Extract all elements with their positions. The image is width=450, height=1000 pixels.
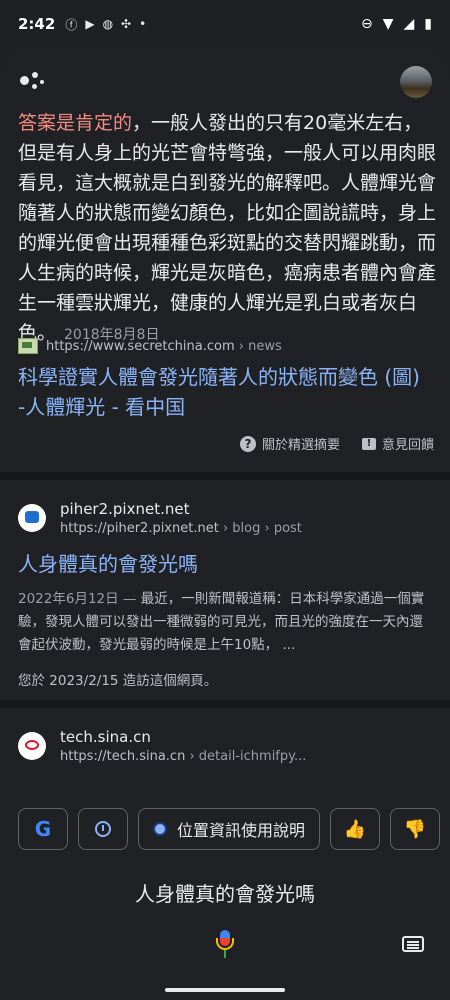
featured-answer: 答案是肯定的，一般人發出的只有20毫米左右，但是有人身上的光芒會特彆強，一般人可… [18, 108, 436, 350]
battery-icon: ▮ [424, 16, 432, 32]
about-snippet-button[interactable]: ? 關於精選摘要 [239, 434, 340, 453]
visited-note: 您於 2023/2/15 造訪這個網頁。 [18, 673, 218, 689]
dot-icon: • [139, 17, 147, 31]
feedback-label: 意見回饋 [381, 438, 434, 453]
google-icon: G [34, 817, 52, 841]
result-snippet: 2022年6月12日 — 最近，一則新聞報道稱：日本科學家通過一個實驗，發現人體… [18, 588, 432, 657]
result-url: https://tech.sina.cn [60, 749, 186, 764]
section-divider [0, 472, 450, 480]
history-icon [95, 821, 111, 837]
result-site-name: piher2.pixnet.net [60, 500, 190, 518]
status-bar: 2:42 ⓕ ▶ ◍ ✣ • ⊖ ▼ ◢ ▮ [0, 0, 450, 48]
location-dot-icon [153, 822, 167, 836]
wifi-icon: ▼ [382, 16, 394, 32]
section-divider [0, 700, 450, 708]
assistant-panel: 答案是肯定的，一般人發出的只有20毫米左右，但是有人身上的光芒會特彆強，一般人可… [0, 48, 450, 1000]
assistant-logo-icon [18, 70, 48, 100]
snippet-actions: ? 關於精選摘要 ! 意見回饋 [239, 434, 434, 453]
status-time: 2:42 [18, 15, 56, 33]
search-result[interactable]: tech.sina.cn https://tech.sina.cn › deta… [18, 728, 432, 764]
sina-favicon-icon [18, 732, 46, 760]
home-indicator[interactable] [165, 988, 285, 992]
line-icon: ◍ [102, 17, 114, 31]
result-breadcrumb: › blog › post [222, 521, 302, 536]
thumbs-down-chip[interactable]: 👎 [390, 808, 441, 850]
facebook-icon: ⓕ [65, 17, 78, 32]
location-info-label: 位置資訊使用說明 [177, 821, 306, 840]
thumbs-down-icon: 👎 [403, 818, 427, 840]
suggestion-chips: G 位置資訊使用說明 👍 👎 [18, 808, 441, 850]
microphone-icon[interactable] [215, 930, 235, 960]
result-date: 2022年6月12日 — [18, 591, 137, 607]
signal-icon: ◢ [403, 16, 415, 32]
avatar[interactable] [400, 66, 432, 98]
history-chip[interactable] [78, 808, 128, 850]
pinwheel-icon: ✣ [121, 17, 132, 31]
result-title-link[interactable]: 人身體真的會發光嗎 [18, 550, 432, 578]
result-url: https://piher2.pixnet.net [60, 521, 219, 536]
result-site-name: tech.sina.cn [60, 728, 151, 746]
help-icon: ? [239, 435, 256, 452]
source-breadcrumb: › news [238, 338, 282, 354]
thumbs-up-icon: 👍 [343, 818, 367, 840]
answer-text: ，一般人發出的只有20毫米左右，但是有人身上的光芒會特彆強，一般人可以用肉眼看見… [18, 112, 437, 344]
google-search-chip[interactable]: G [18, 808, 68, 850]
featured-source[interactable]: https://www.secretchina.com › news 科學證實人… [18, 338, 432, 422]
featured-source-title-link[interactable]: 科學證實人體會發光隨著人的狀態而變色 (圖) -人體輝光 - 看中国 [18, 362, 432, 422]
about-snippet-label: 關於精選摘要 [261, 438, 340, 453]
location-info-chip[interactable]: 位置資訊使用說明 [138, 808, 321, 850]
pixnet-favicon-icon [18, 504, 46, 532]
thumbs-up-chip[interactable]: 👍 [330, 808, 381, 850]
search-result[interactable]: piher2.pixnet.net https://piher2.pixnet.… [18, 500, 432, 689]
answer-highlight: 答案是肯定的 [18, 112, 133, 134]
keyboard-icon[interactable] [402, 936, 424, 952]
youtube-icon: ▶ [85, 17, 95, 31]
feedback-icon: ! [361, 437, 376, 450]
feedback-button[interactable]: ! 意見回饋 [361, 434, 434, 453]
dnd-icon: ⊖ [360, 16, 373, 32]
secretchina-favicon-icon [18, 338, 38, 354]
result-breadcrumb: › detail-ichmifpy... [189, 749, 307, 764]
assistant-bottom-bar: G 位置資訊使用說明 👍 👎 人身體真的會發光嗎 [0, 790, 450, 1000]
spoken-query: 人身體真的會發光嗎 [135, 882, 315, 906]
source-url: https://www.secretchina.com [46, 338, 235, 354]
